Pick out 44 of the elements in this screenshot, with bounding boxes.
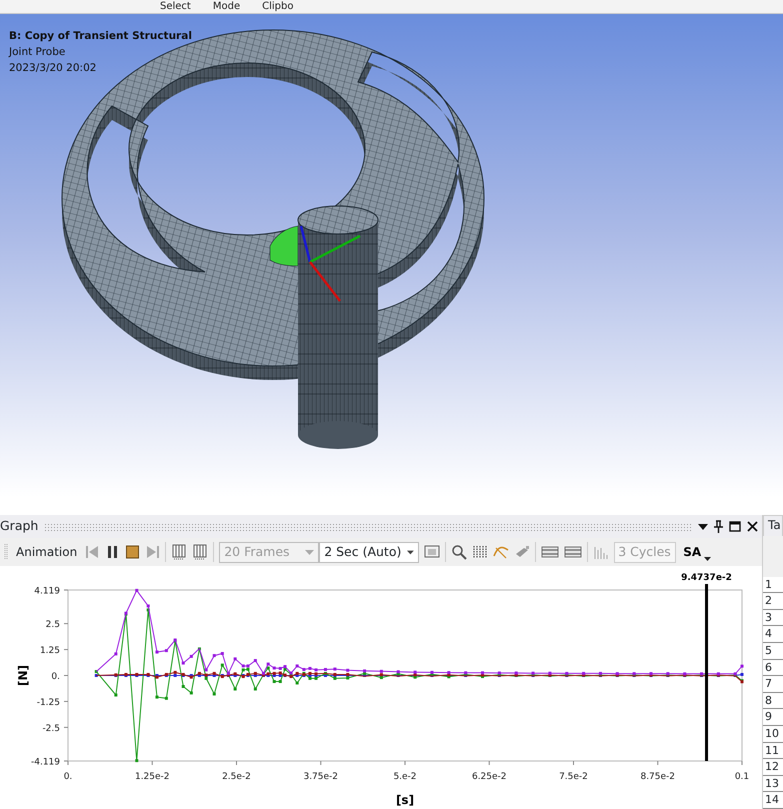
row-number: 4 [763, 626, 783, 644]
timestamp: 2023/3/20 20:02 [9, 61, 98, 76]
axis-tick-label: 8.75e-2 [640, 772, 676, 782]
toolbar-label[interactable]: Mode [212, 0, 240, 13]
toolbar-label[interactable]: Select [160, 0, 191, 13]
axis-tick-label: 2.5e-2 [222, 772, 251, 782]
row-number: 5 [763, 643, 783, 660]
axis-tick-label: -2.5 [42, 724, 60, 734]
axis-title: [N] [16, 665, 30, 686]
animation-label: Animation [16, 544, 78, 561]
axis-tick-label: 6.25e-2 [472, 772, 507, 782]
axis-tick-label: 3.75e-2 [303, 772, 338, 782]
axis-tick-label: 0.1 [734, 772, 750, 782]
axis-tick-label: -4.119 [30, 758, 60, 768]
axis-tick-label: 2.5 [46, 620, 60, 630]
axis-tick-label: 0. [64, 772, 72, 782]
axis-tick-label: -1.25 [36, 698, 60, 708]
row-number: 1 [763, 576, 783, 594]
row-number: 12 [763, 759, 783, 776]
row-number: 10 [763, 726, 783, 743]
row-number: 6 [763, 660, 783, 676]
row-number: 8 [763, 692, 783, 710]
axis-tick-label: 0. [51, 672, 60, 682]
axis-tick-label: 1.25 [40, 646, 60, 656]
row-number: 11 [763, 742, 783, 760]
probe-label: Joint Probe [9, 45, 66, 60]
row-number: 2 [763, 593, 783, 610]
axis-tick-label: 5.e-2 [393, 772, 417, 782]
model-title: B: Copy of Transient Structural [9, 29, 192, 44]
axis-title: [s] [396, 793, 414, 807]
dropdown[interactable]: 2 Sec (Auto) [319, 542, 420, 562]
row-number: 14 [763, 792, 783, 809]
axis-tick-label: 7.5e-2 [559, 772, 588, 782]
axis-tick-label: 4.119 [34, 586, 60, 596]
panel-title: Graph [0, 517, 38, 536]
row-number: 9 [763, 709, 783, 726]
dropdown-button[interactable]: SA [681, 543, 714, 561]
row-number: 3 [763, 610, 783, 626]
toolbar-label[interactable]: Clipbo [262, 0, 294, 13]
row-number: 7 [763, 676, 783, 693]
axis-tick-label: 1.25e-2 [134, 772, 170, 782]
row-number: 13 [763, 776, 783, 792]
cursor-value-label: 9.4737e-2 [681, 573, 732, 583]
panel-tab[interactable]: Ta [763, 515, 783, 536]
